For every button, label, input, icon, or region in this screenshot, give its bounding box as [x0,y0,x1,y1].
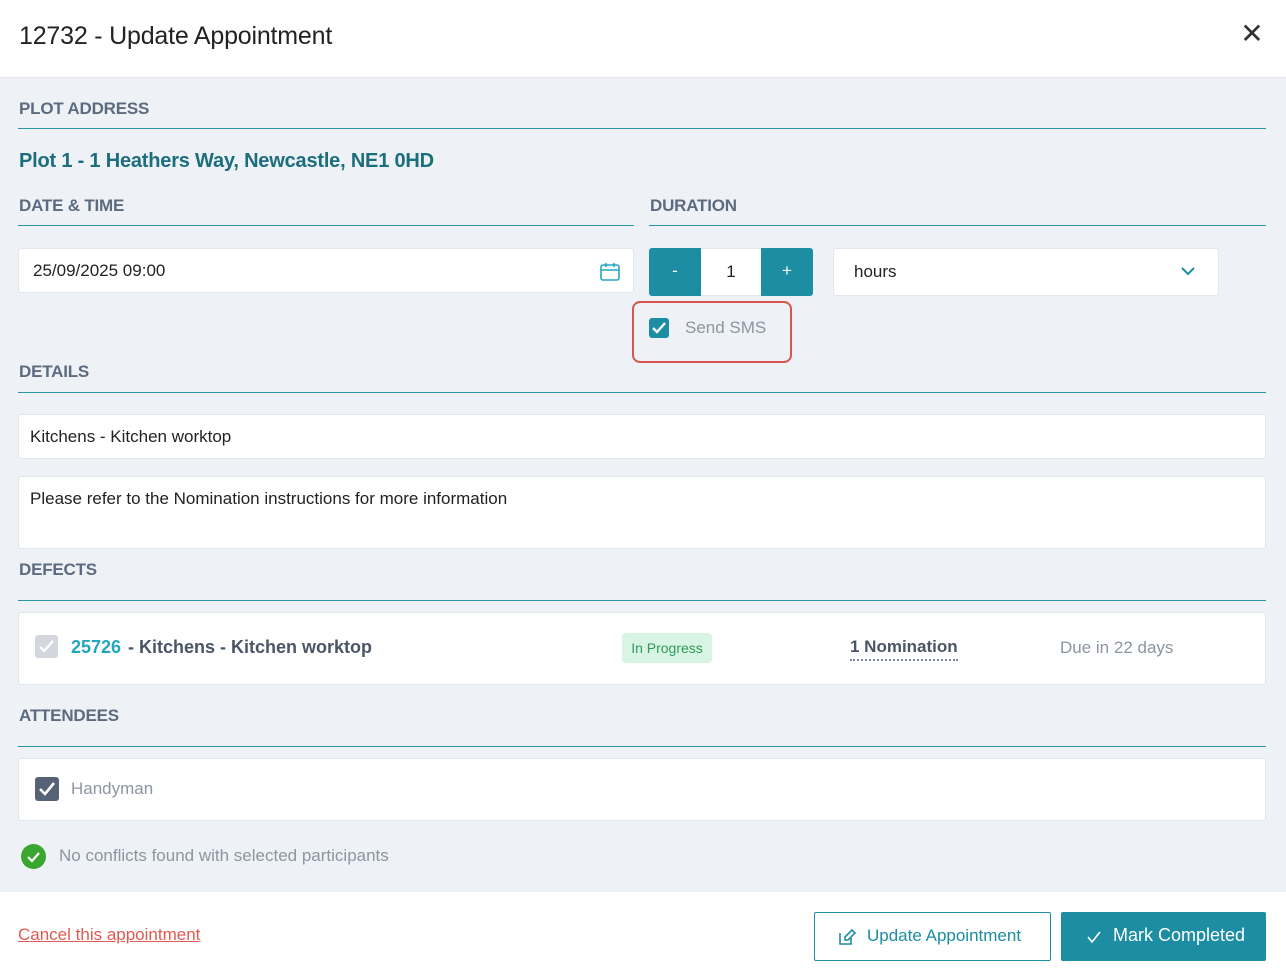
attendees-divider [18,746,1266,747]
defect-title: - Kitchens - Kitchen worktop [128,637,373,657]
check-icon [39,640,54,653]
list-item [18,758,1266,821]
send-sms-label: Send SMS [685,318,767,337]
defects-label: DEFECTS [19,560,97,579]
conflicts-status: No conflicts found with selected partici… [59,846,389,865]
date-time-label: DATE & TIME [19,196,125,215]
date-time-value: 25/09/2025 09:00 [33,261,166,280]
attendee-checkbox[interactable] [35,777,59,801]
date-time-input[interactable]: 25/09/2025 09:00 [18,248,634,293]
cancel-appointment-link[interactable]: Cancel this appointment [18,925,200,945]
details-title-input[interactable]: Kitchens - Kitchen worktop [18,414,1266,459]
plot-address-label: PLOT ADDRESS [19,99,150,118]
duration-increment-button[interactable]: + [761,248,813,296]
duration-unit-select[interactable]: hours [833,248,1219,296]
duration-unit-value: hours [854,262,897,281]
check-icon [652,322,666,334]
dialog-header: 12732 - Update Appointment ✕ [0,0,1286,78]
details-divider [18,392,1266,393]
mark-completed-label: Mark Completed [1113,925,1246,945]
attendee-name: Handyman [71,779,154,798]
defect-checkbox [35,635,58,658]
update-appointment-button[interactable]: Update Appointment [814,912,1051,961]
status-badge: In Progress [622,633,712,663]
nomination-link[interactable]: 1 Nomination [850,637,958,661]
close-icon[interactable]: ✕ [1238,20,1266,48]
details-label: DETAILS [19,362,90,381]
calendar-icon[interactable] [599,261,621,283]
details-notes-value: Please refer to the Nomination instructi… [30,489,508,508]
duration-divider [649,225,1266,226]
chevron-down-icon [1180,263,1196,279]
details-title-value: Kitchens - Kitchen worktop [30,427,232,446]
update-appointment-label: Update Appointment [867,926,1022,945]
mark-completed-button[interactable]: Mark Completed [1061,912,1266,961]
check-circle-icon [21,844,46,869]
details-notes-textarea[interactable]: Please refer to the Nomination instructi… [18,476,1266,549]
attendees-label: ATTENDEES [19,706,119,725]
send-sms-checkbox[interactable] [649,318,669,338]
duration-value[interactable]: 1 [701,248,761,296]
edit-icon [837,927,857,952]
check-icon [39,782,56,796]
check-icon [1085,928,1103,951]
defect-due: Due in 22 days [1060,638,1174,657]
duration-label: DURATION [650,196,737,215]
duration-decrement-button[interactable]: - [649,248,701,296]
plot-address-divider [18,128,1266,129]
plot-address-value: Plot 1 - 1 Heathers Way, Newcastle, NE1 … [19,150,434,172]
dialog-title: 12732 - Update Appointment [19,22,333,50]
date-time-divider [18,225,634,226]
defect-id-link[interactable]: 25726 [71,637,121,658]
defects-divider [18,600,1266,601]
